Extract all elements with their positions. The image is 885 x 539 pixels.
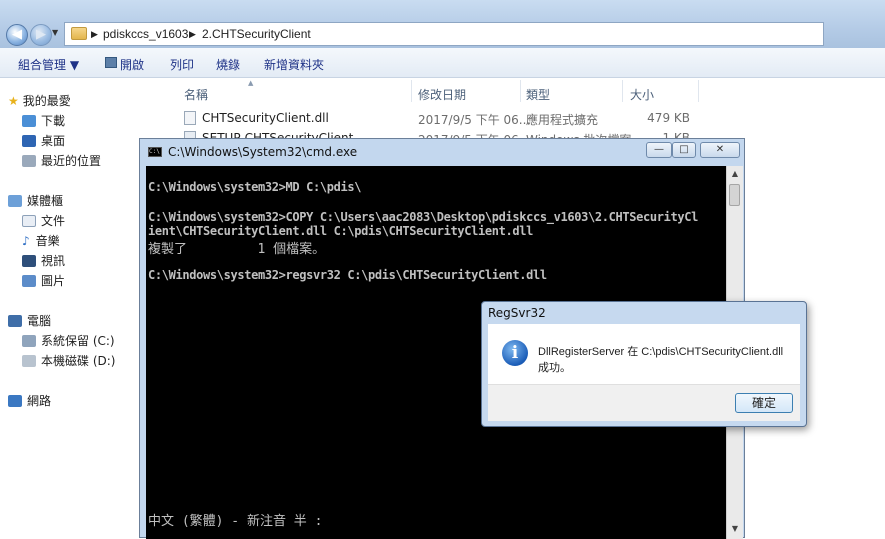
minimize-button[interactable]: — [646,142,672,158]
nav-label: 圖片 [41,274,66,288]
nav-pictures[interactable]: 圖片 [22,272,65,289]
address-box[interactable]: ▶ pdiskccs_v1603 ▶ 2.CHTSecurityClient [64,22,824,46]
column-divider [698,80,699,102]
nav-music[interactable]: ♪ 音樂 [22,232,60,249]
drive-icon [22,335,36,347]
console-line: ient\CHTSecurityClient.dll C:\pdis\CHTSe… [148,224,533,238]
scroll-up-icon[interactable]: ▲ [727,166,743,182]
breadcrumb-item[interactable]: pdiskccs_v1603 [103,27,188,41]
music-note-icon: ♪ [22,234,30,248]
navigation-pane: ★ 我的最愛 下載 桌面 最近的位置 媒體櫃 文件 ♪ 音樂 視訊 圖片 電腦 系統… [0,78,148,538]
documents-icon [22,215,36,227]
nav-label: 媒體櫃 [27,194,64,208]
nav-videos[interactable]: 視訊 [22,252,65,269]
recent-places-icon [22,155,36,167]
nav-label: 我的最愛 [22,94,71,108]
console-line: 複製了 1 個檔案。 [148,242,326,257]
ime-status: 中文 (繁體) - 新注音 半 : [148,514,323,529]
cmd-icon: C:\ [148,147,162,157]
nav-libraries[interactable]: 媒體櫃 [8,192,63,209]
column-divider [520,80,521,102]
nav-downloads[interactable]: 下載 [22,112,65,129]
videos-icon [22,255,36,267]
regsvr32-dialog: RegSvr32 i DllRegisterServer 在 C:\pdis\C… [481,301,807,427]
file-name: CHTSecurityClient.dll [202,111,329,125]
console-line: C:\Windows\system32>COPY C:\Users\aac208… [148,210,698,224]
maximize-button[interactable]: □ [672,142,696,158]
close-button[interactable]: ✕ [700,142,740,158]
nav-recent[interactable]: 最近的位置 [22,152,101,169]
nav-label: 桌面 [41,134,66,148]
file-type: 應用程式擴充 [526,113,599,127]
dialog-title: RegSvr32 [488,306,546,320]
network-icon [8,395,22,407]
file-date: 2017/9/5 下午 06... [418,113,531,127]
column-header-type[interactable]: 類型 [526,86,550,103]
dll-file-icon [184,111,196,125]
open-button[interactable]: 開啟 [120,56,144,73]
info-icon: i [502,340,528,366]
nav-label: 系統保留 (C:) [41,334,115,348]
column-divider [622,80,623,102]
desktop-icon [22,135,36,147]
dialog-message-status: 成功。 [538,361,571,374]
dialog-button-bar: 確定 [488,384,800,421]
column-header-name[interactable]: 名稱 [184,86,208,103]
column-header-date[interactable]: 修改日期 [418,86,466,103]
nav-label: 文件 [41,214,66,228]
nav-network[interactable]: 網路 [8,392,51,409]
file-size: 479 KB [647,111,690,125]
explorer-address-bar: ◀ ▶ ▼ ▶ pdiskccs_v1603 ▶ 2.CHTSecurityCl… [0,0,885,48]
nav-label: 電腦 [27,314,52,328]
print-button[interactable]: 列印 [170,56,194,73]
breadcrumb-separator-icon: ▶ [91,29,98,39]
organize-button[interactable]: 組合管理 ▼ [18,56,79,73]
nav-documents[interactable]: 文件 [22,212,65,229]
nav-desktop[interactable]: 桌面 [22,132,65,149]
scroll-down-icon[interactable]: ▼ [727,521,743,537]
nav-drive-d[interactable]: 本機磁碟 (D:) [22,352,115,369]
cmd-title-bar[interactable]: C:\ C:\Windows\System32\cmd.exe — □ ✕ [140,139,744,165]
nav-label: 網路 [27,394,52,408]
cmd-title: C:\Windows\System32\cmd.exe [168,145,358,159]
folder-icon [71,27,87,40]
nav-label: 視訊 [41,254,66,268]
console-line: C:\Windows\system32>regsvr32 C:\pdis\CHT… [148,268,547,282]
breadcrumb-item[interactable]: 2.CHTSecurityClient [202,27,311,41]
sort-arrow-icon: ▲ [248,79,254,87]
recent-pages-chevron-icon[interactable]: ▼ [52,28,58,37]
console-line: C:\Windows\system32>MD C:\pdis\ [148,180,362,194]
column-header-row [148,78,885,102]
nav-label: 下載 [41,114,66,128]
ok-button[interactable]: 確定 [735,393,793,413]
explorer-toolbar: 組合管理 ▼ 開啟 列印 燒錄 新增資料夾 [0,48,885,78]
dialog-message: DllRegisterServer 在 C:\pdis\CHTSecurityC… [538,346,784,358]
table-row[interactable]: CHTSecurityClient.dll 2017/9/5 下午 06... … [148,108,708,128]
pictures-icon [22,275,36,287]
back-button[interactable]: ◀ [6,24,28,46]
nav-label: 音樂 [35,234,60,248]
new-folder-button[interactable]: 新增資料夾 [264,56,324,73]
nav-computer[interactable]: 電腦 [8,312,51,329]
nav-label: 最近的位置 [41,154,102,168]
open-icon [105,57,117,68]
nav-favorites[interactable]: ★ 我的最愛 [8,92,71,109]
computer-icon [8,315,22,327]
star-icon: ★ [8,94,19,108]
scroll-thumb[interactable] [729,184,740,206]
column-header-size[interactable]: 大小 [630,86,654,103]
nav-drive-c[interactable]: 系統保留 (C:) [22,332,115,349]
burn-button[interactable]: 燒錄 [216,56,240,73]
nav-label: 本機磁碟 (D:) [41,354,116,368]
drive-icon [22,355,36,367]
breadcrumb-separator-icon: ▶ [189,29,196,39]
download-folder-icon [22,115,36,127]
libraries-icon [8,195,22,207]
forward-button[interactable]: ▶ [30,24,52,46]
column-divider [411,80,412,102]
